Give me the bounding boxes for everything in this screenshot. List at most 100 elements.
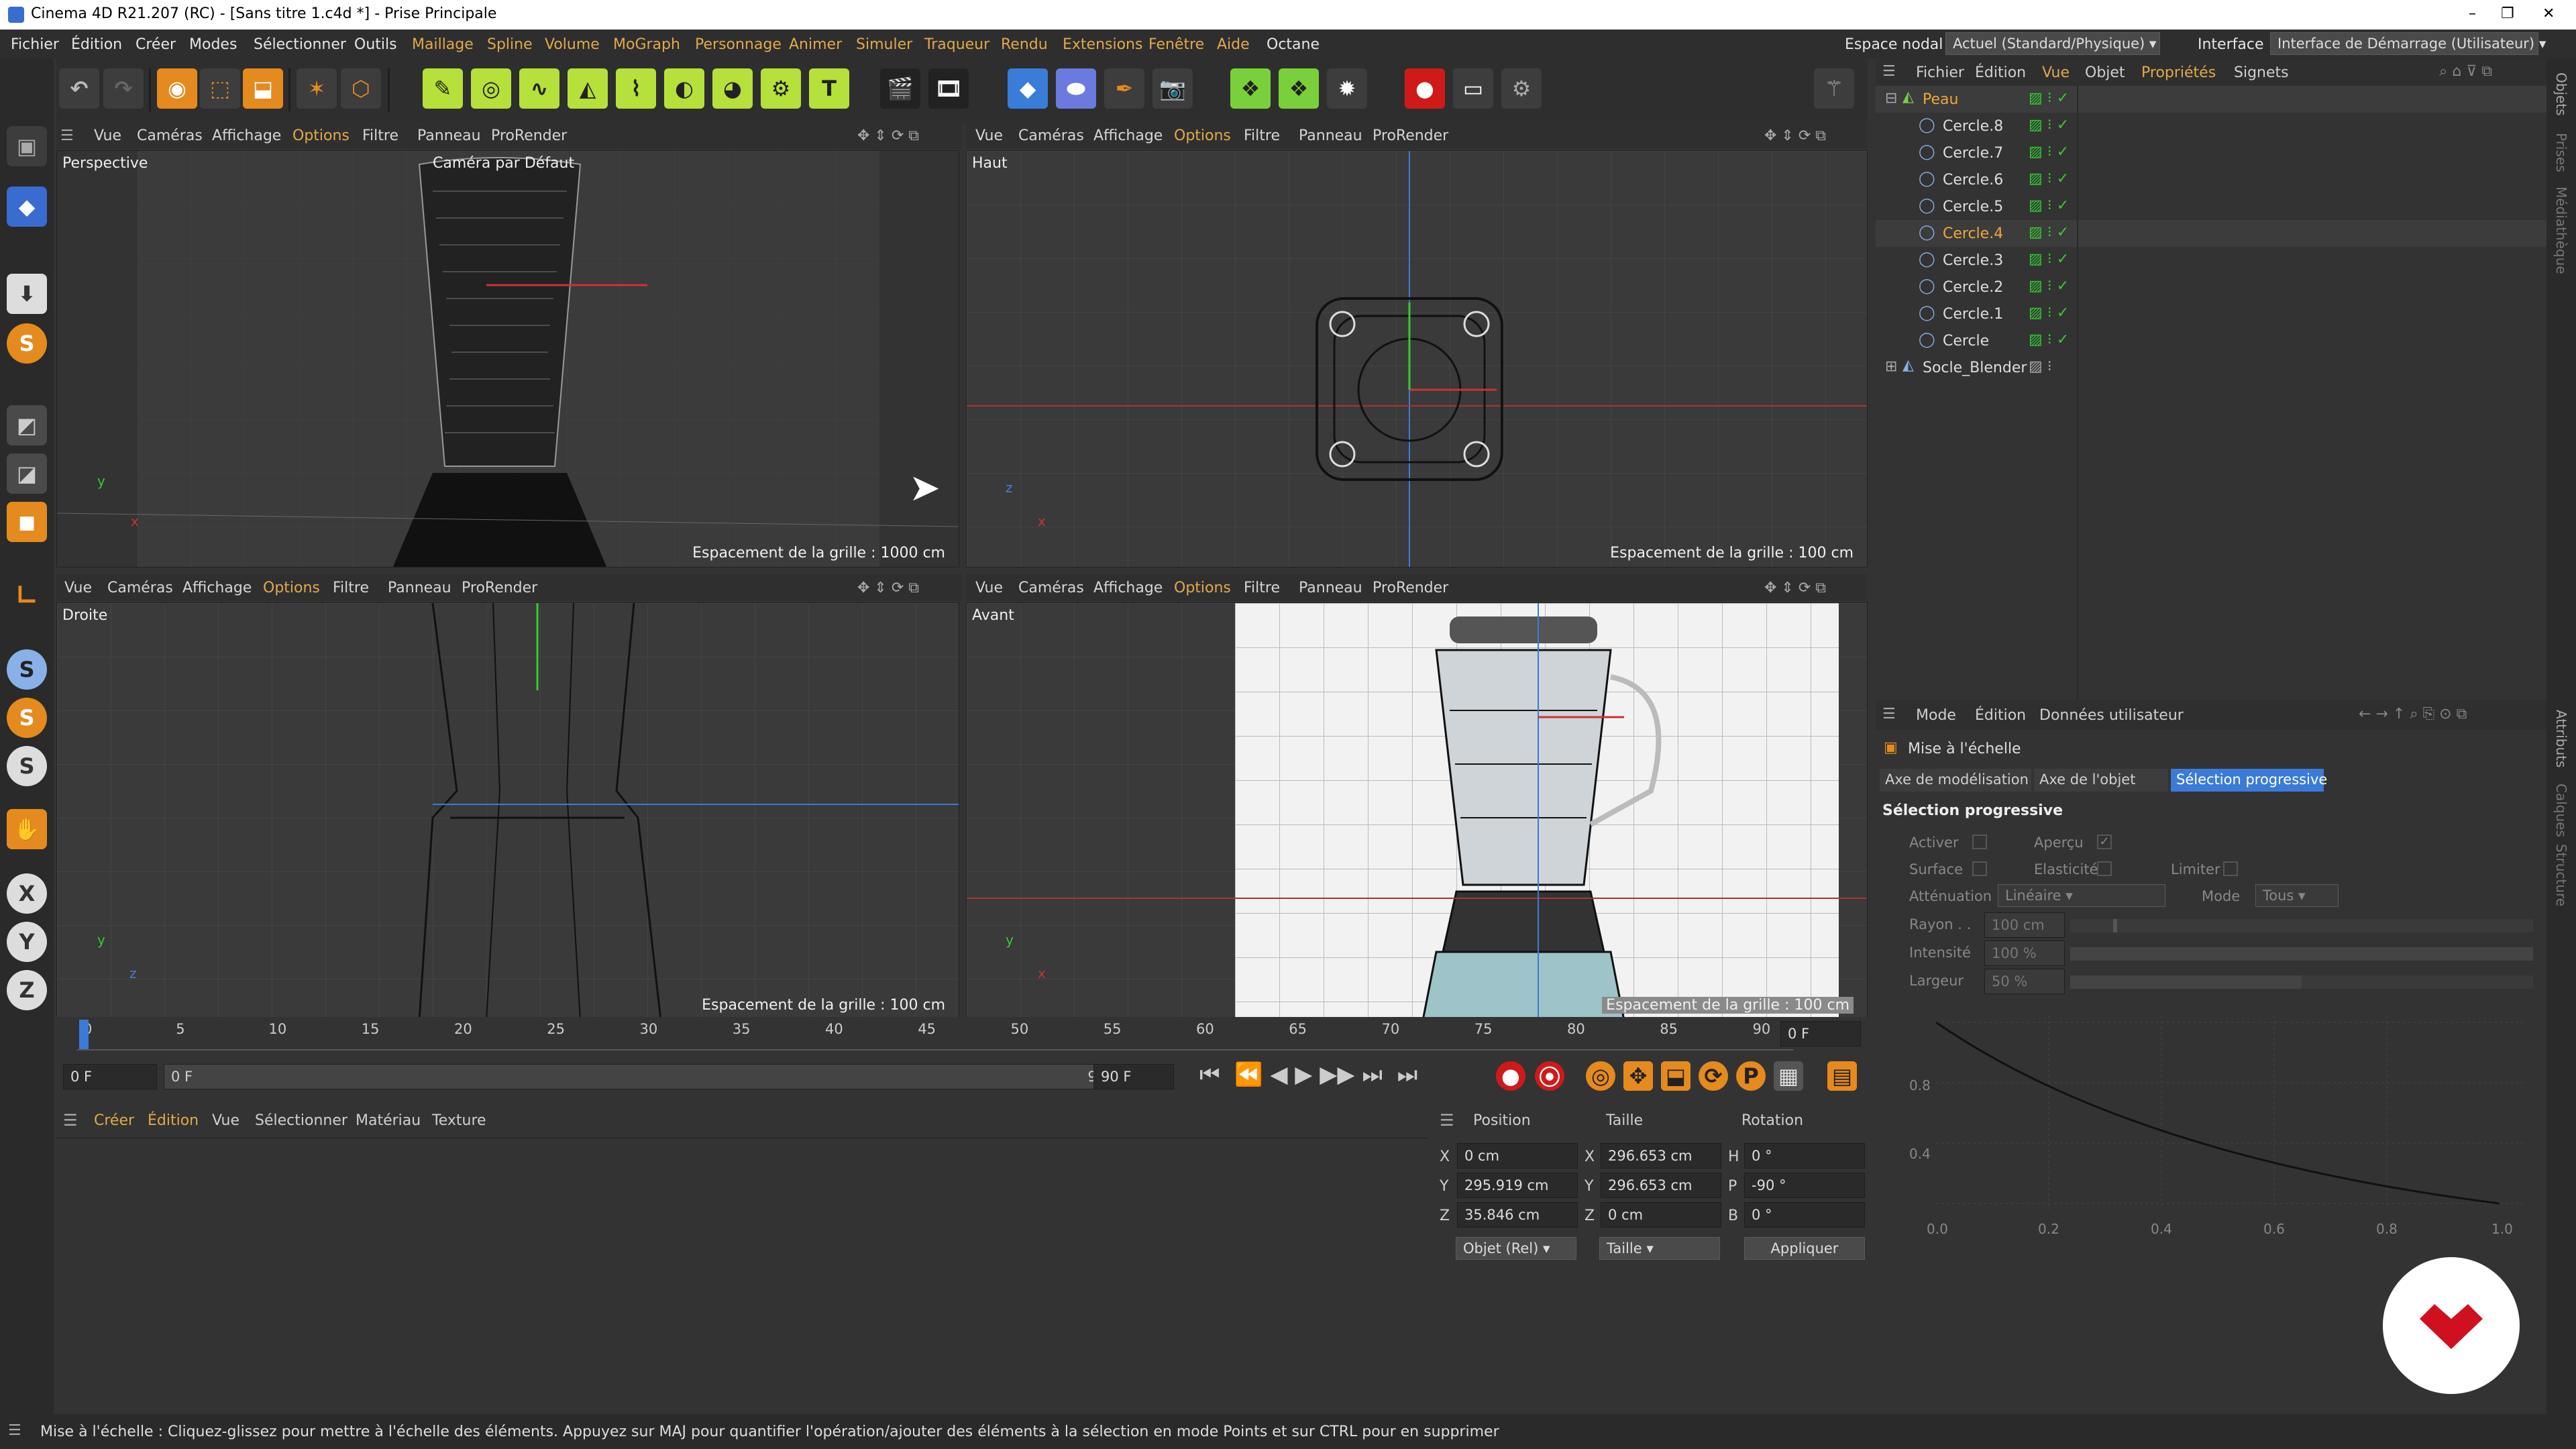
vp1-nav-icons[interactable]: ✥ ⇕ ⟳ ⧉ — [857, 127, 919, 144]
vp3-menu-panneau[interactable]: Panneau — [388, 580, 451, 596]
extrude-icon[interactable]: ◭ — [568, 68, 608, 109]
axis-mode-icon[interactable]: ∟ — [7, 576, 47, 616]
vp2-menu-filtre[interactable]: Filtre — [1244, 127, 1280, 144]
front-viewport[interactable]: Avant y x Espacement de la grille : 100 … — [966, 602, 1868, 1020]
perspective-viewport[interactable]: Perspective Caméra par Défaut y x Espace… — [56, 150, 959, 568]
vp2-menu-prorender[interactable]: ProRender — [1373, 127, 1448, 144]
menu-volume[interactable]: Volume — [545, 36, 600, 53]
largeur-slider[interactable] — [2070, 975, 2533, 989]
obj-menu-objet[interactable]: Objet — [2085, 64, 2125, 81]
visibility-check-icon[interactable]: ▨ ⁝ ✓ — [2029, 251, 2069, 268]
visibility-check-icon[interactable]: ▨ ⁝ ✓ — [2029, 117, 2069, 133]
limiter-checkbox[interactable] — [2223, 861, 2238, 876]
rayon-field[interactable]: 100 cm — [1984, 912, 2065, 938]
vp2-menu-options[interactable]: Options — [1174, 127, 1231, 144]
texture-mode-icon[interactable]: ⬇ — [7, 274, 47, 314]
intensite-slider[interactable] — [2070, 947, 2533, 961]
obj-menu-edition[interactable]: Édition — [1975, 64, 2026, 81]
key-rotation-icon[interactable]: ⟳ — [1699, 1061, 1728, 1091]
object-row-cercle-5[interactable]: ◯ Cercle.5 ▨ ⁝ ✓ — [1876, 193, 2546, 220]
visibility-check-icon[interactable]: ▨ ⁝ ✓ — [2029, 197, 2069, 214]
pos-y-field[interactable]: 295.919 cm — [1457, 1173, 1578, 1198]
camera-label[interactable]: Caméra par Défaut — [433, 155, 574, 172]
menu-modes[interactable]: Modes — [189, 36, 237, 53]
panel-menu-icon[interactable]: ☰ — [8, 1422, 21, 1439]
apercu-checkbox[interactable]: ✓ — [2097, 835, 2112, 849]
vp1-menu-panneau[interactable]: Panneau — [417, 127, 481, 144]
visibility-check-icon[interactable]: ▨ ⁝ ✓ — [2029, 170, 2069, 187]
mat-menu-texture[interactable]: Texture — [432, 1112, 486, 1129]
obj-menu-fichier[interactable]: Fichier — [1916, 64, 1964, 81]
activer-checkbox[interactable] — [1972, 835, 1987, 849]
timeline-ruler[interactable]: 051015202530354045505560657075808590 — [76, 1020, 1794, 1051]
vp4-nav-icons[interactable]: ✥ ⇕ ⟳ ⧉ — [1764, 580, 1826, 596]
vp3-nav-icons[interactable]: ✥ ⇕ ⟳ ⧉ — [857, 580, 919, 596]
redo-icon[interactable]: ↷ — [103, 68, 144, 109]
vp3-menu-cameras[interactable]: Caméras — [107, 580, 173, 596]
autokey-icon[interactable]: ⦿ — [1535, 1061, 1564, 1091]
circle-spline-icon[interactable]: ◎ — [471, 68, 511, 109]
vp2-nav-icons[interactable]: ✥ ⇕ ⟳ ⧉ — [1764, 127, 1826, 144]
material-list-area[interactable] — [56, 1138, 1428, 1414]
panel-menu-icon[interactable]: ☰ — [1882, 706, 1896, 722]
layout-icon[interactable]: ⚚ — [1814, 68, 1854, 109]
lock-z-icon[interactable]: Z — [7, 970, 47, 1010]
visibility-check-icon[interactable]: ▨ ⁝ ✓ — [2029, 305, 2069, 321]
object-row-socle-blender[interactable]: ⊞ ◭ Socle_Blender ▨ ⁝ — [1876, 354, 2546, 381]
object-row-cercle[interactable]: ◯ Cercle ▨ ⁝ ✓ — [1876, 327, 2546, 354]
vp3-menu-options[interactable]: Options — [263, 580, 320, 596]
apply-button[interactable]: Appliquer — [1744, 1237, 1865, 1260]
obj-menu-signets[interactable]: Signets — [2234, 64, 2289, 81]
menu-personnage[interactable]: Personnage — [695, 36, 782, 53]
side-tab-prises[interactable]: Prises — [2553, 133, 2569, 172]
cloner-gear-icon[interactable]: ⚙ — [761, 68, 801, 109]
workplane-icon[interactable]: ✋ — [7, 809, 47, 849]
render-picture-icon[interactable]: 🎞 — [928, 68, 969, 109]
undo-icon[interactable]: ↶ — [59, 68, 99, 109]
menu-octane[interactable]: Octane — [1267, 36, 1320, 53]
nodal-space-dropdown[interactable]: Actuel (Standard/Physique) ▾ — [1945, 32, 2160, 55]
obj-menu-vue[interactable]: Vue — [2042, 64, 2070, 81]
lathe-icon[interactable]: ◐ — [664, 68, 704, 109]
visibility-icon[interactable]: ▨ ⁝ — [2029, 358, 2052, 375]
vp3-menu-affichage[interactable]: Affichage — [182, 580, 252, 596]
vp3-menu-prorender[interactable]: ProRender — [462, 580, 537, 596]
sweep-icon[interactable]: ⌇ — [616, 68, 656, 109]
top-viewport[interactable]: Haut z x Espacement de la grille : 100 c… — [966, 150, 1868, 568]
visibility-check-icon[interactable]: ▨ ⁝ ✓ — [2029, 278, 2069, 294]
vp4-menu-vue[interactable]: Vue — [975, 580, 1003, 596]
tab-modeling-axis[interactable]: Axe de modélisation — [1880, 769, 2031, 792]
visibility-check-icon[interactable]: ▨ ⁝ ✓ — [2029, 90, 2069, 107]
right-viewport[interactable]: Droite y z Espacement de la grille : 100… — [56, 602, 959, 1020]
vp2-menu-vue[interactable]: Vue — [975, 127, 1003, 144]
tab-object-axis[interactable]: Axe de l'objet — [2034, 769, 2168, 792]
vp1-menu-filtre[interactable]: Filtre — [362, 127, 398, 144]
make-editable-icon[interactable]: ▣ — [7, 126, 47, 166]
timeline-window-icon[interactable]: ▤ — [1827, 1061, 1857, 1091]
key-position-icon[interactable]: ✥ — [1623, 1061, 1653, 1091]
object-row-cercle-2[interactable]: ◯ Cercle.2 ▨ ⁝ ✓ — [1876, 274, 2546, 301]
vp4-menu-cameras[interactable]: Caméras — [1018, 580, 1084, 596]
menu-simuler[interactable]: Simuler — [856, 36, 912, 53]
rot-h-field[interactable]: 0 ° — [1744, 1143, 1865, 1169]
spline-pen-icon[interactable]: ✎ — [423, 68, 463, 109]
side-tab-mediatheque[interactable]: Médiathèque — [2553, 186, 2569, 274]
menu-mograph[interactable]: MoGraph — [613, 36, 680, 53]
falloff-curve-graph[interactable]: 0.8 0.4 0.0 0.2 0.4 0.6 0.8 1.0 — [1896, 1009, 2540, 1248]
size-z-field[interactable]: 0 cm — [1601, 1202, 1721, 1228]
side-tab-structure[interactable]: Structure — [2553, 844, 2569, 906]
vp4-menu-panneau[interactable]: Panneau — [1299, 580, 1362, 596]
visibility-check-icon[interactable]: ▨ ⁝ ✓ — [2029, 331, 2069, 348]
vp1-menu-affichage[interactable]: Affichage — [212, 127, 281, 144]
rect-selection-icon[interactable]: ⬚ — [200, 68, 240, 109]
playhead[interactable] — [79, 1020, 89, 1049]
points-mode-icon[interactable]: ◩ — [7, 405, 47, 445]
key-selection-icon[interactable]: ◎ — [1586, 1061, 1615, 1091]
panel-menu-icon[interactable]: ☰ — [1440, 1111, 1454, 1130]
polygons-mode-icon[interactable]: ◼ — [7, 502, 47, 542]
transport-controls[interactable]: ⏮ ⏪ ◀ ▶ ▶▶ ⏭ ⏭ — [1199, 1061, 1417, 1088]
vp4-menu-options[interactable]: Options — [1174, 580, 1231, 596]
intensite-field[interactable]: 100 % — [1984, 941, 2065, 966]
panel-menu-icon[interactable]: ☰ — [1882, 63, 1896, 80]
vp3-menu-vue[interactable]: Vue — [64, 580, 92, 596]
